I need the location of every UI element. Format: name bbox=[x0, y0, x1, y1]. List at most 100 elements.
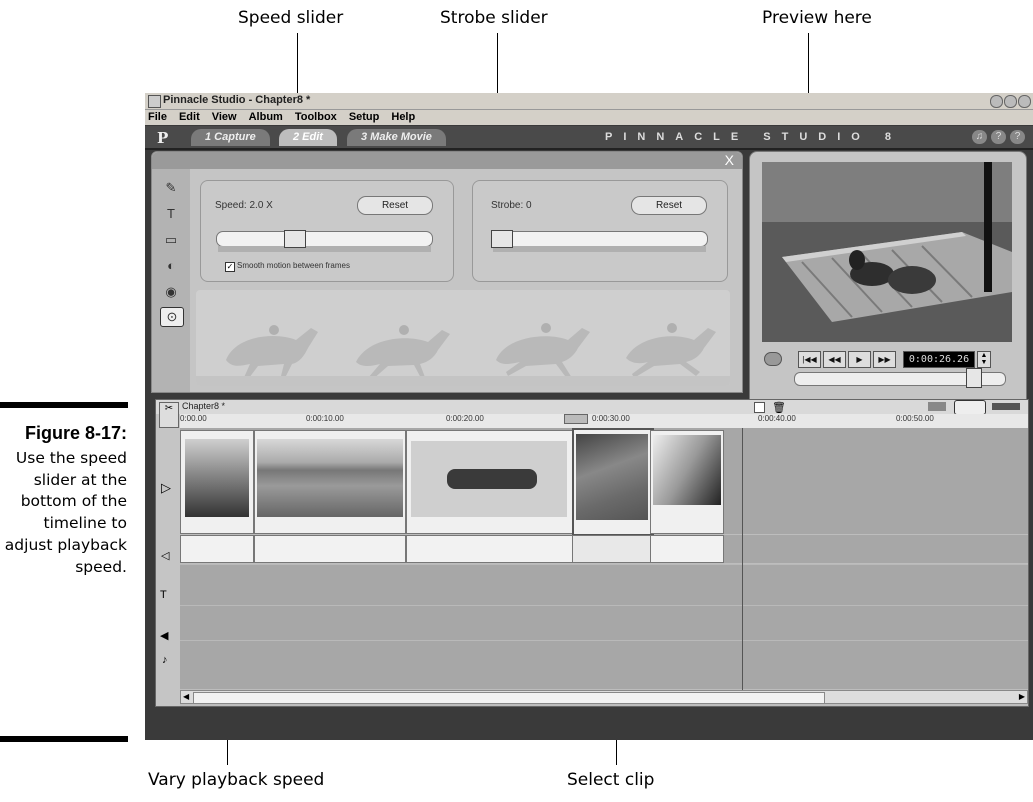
text-view-icon[interactable] bbox=[992, 403, 1020, 410]
callout-speed-slider: Speed slider bbox=[238, 8, 344, 28]
track-headers: ✂ ▷ ◁ T ◀ ♪ bbox=[156, 402, 180, 706]
video-clip-bridge[interactable] bbox=[180, 430, 254, 534]
close-icon[interactable] bbox=[1018, 95, 1031, 108]
toolbox-close-button[interactable]: X bbox=[725, 152, 734, 168]
tab-capture[interactable]: 1 Capture bbox=[191, 129, 270, 146]
video-track bbox=[180, 428, 1028, 536]
storyboard-view-icon[interactable] bbox=[928, 402, 946, 411]
strobe-slider-track[interactable] bbox=[491, 231, 708, 247]
clip-properties-icon[interactable]: ✎ bbox=[160, 179, 182, 197]
audio-clip[interactable] bbox=[406, 535, 574, 563]
menu-view[interactable]: View bbox=[212, 110, 237, 125]
figure-caption: Use the speed slider at the bottom of th… bbox=[4, 449, 127, 576]
speed-label: Speed: 2.0 X bbox=[215, 200, 273, 211]
playhead-marker[interactable] bbox=[564, 414, 588, 424]
sound-effects-track[interactable] bbox=[180, 605, 1028, 640]
app-icon bbox=[148, 95, 161, 108]
effects-icon[interactable]: ◉ bbox=[160, 283, 182, 301]
project-name: Chapter8 * bbox=[182, 401, 226, 411]
brand-wordmark: PINNACLE STUDIO 8 bbox=[605, 131, 903, 143]
trash-icon[interactable]: 🗑 bbox=[772, 401, 786, 414]
timeline-view-icon[interactable] bbox=[954, 400, 986, 415]
help-icon[interactable]: ? bbox=[991, 130, 1006, 144]
play-button[interactable]: ▶ bbox=[848, 351, 871, 368]
menu-file[interactable]: File bbox=[148, 110, 167, 125]
strobe-label: Strobe: 0 bbox=[491, 200, 532, 211]
timeline-scrollbar[interactable]: ◀ ▶ bbox=[180, 690, 1028, 704]
audio-video-icon[interactable]: ◐ bbox=[160, 257, 182, 275]
question-icon[interactable]: ? bbox=[1010, 130, 1025, 144]
ruler-tick: 0:00:20.00 bbox=[446, 414, 484, 423]
callout-vary-speed: Vary playback speed bbox=[148, 770, 325, 790]
preview-player: |◀◀ ◀◀ ▶ ▶▶ 0:00:26.26 ▲ ▼ bbox=[749, 151, 1027, 407]
still-image-icon[interactable]: ▭ bbox=[160, 231, 182, 249]
toolbox-header: X bbox=[152, 152, 742, 169]
ruler-tick: 0:00:50.00 bbox=[896, 414, 934, 423]
audio-clip[interactable] bbox=[254, 535, 406, 563]
toolbox-sidebar: ✎ T ▭ ◐ ◉ ⊙ bbox=[152, 169, 190, 392]
speed-panel: Speed: 2.0 X Reset ✓ Smooth motion betwe… bbox=[200, 180, 454, 282]
scroll-right-icon[interactable]: ▶ bbox=[1019, 692, 1025, 701]
checkbox-icon[interactable] bbox=[754, 402, 765, 413]
audio-track-icon: ◁ bbox=[161, 550, 170, 562]
menu-album[interactable]: Album bbox=[249, 110, 283, 125]
strobe-slider-thumb[interactable] bbox=[491, 230, 513, 248]
figure-rule-bottom bbox=[0, 736, 128, 742]
menu-setup[interactable]: Setup bbox=[349, 110, 380, 125]
music-track[interactable] bbox=[180, 640, 1028, 689]
timecode-display[interactable]: 0:00:26.26 bbox=[903, 351, 975, 368]
window-title: Pinnacle Studio - Chapter8 * bbox=[163, 94, 311, 106]
video-clip-beach[interactable] bbox=[254, 430, 406, 534]
menu-bar: File Edit View Album Toolbox Setup Help bbox=[145, 110, 1033, 125]
window-controls bbox=[990, 95, 1031, 108]
speed-slider-thumb[interactable] bbox=[283, 230, 306, 248]
menu-edit[interactable]: Edit bbox=[179, 110, 200, 125]
speed-illustration bbox=[196, 290, 730, 386]
video-clip-sea-lions[interactable] bbox=[572, 428, 654, 536]
playhead-line bbox=[742, 428, 743, 690]
minimize-icon[interactable] bbox=[990, 95, 1003, 108]
timecode-spinner[interactable]: ▲ ▼ bbox=[977, 351, 991, 368]
fast-forward-button[interactable]: ▶▶ bbox=[873, 351, 896, 368]
tab-edit[interactable]: 2 Edit bbox=[279, 129, 337, 146]
video-toolbox: X ✎ T ▭ ◐ ◉ ⊙ Speed: 2.0 X Reset ✓ Smoot… bbox=[151, 151, 743, 393]
sea-lion-preview-image bbox=[762, 162, 1012, 342]
title-overlay-icon[interactable]: T bbox=[160, 205, 182, 223]
video-clip-title-card[interactable] bbox=[406, 430, 574, 534]
go-to-start-button[interactable]: |◀◀ bbox=[798, 351, 821, 368]
rewind-button[interactable]: ◀◀ bbox=[823, 351, 846, 368]
callout-strobe-slider: Strobe slider bbox=[440, 8, 548, 28]
sound-effects-track-icon: ◀ bbox=[160, 630, 169, 642]
smooth-motion-label: Smooth motion between frames bbox=[237, 261, 350, 270]
title-track[interactable] bbox=[180, 564, 1028, 605]
scroll-left-icon[interactable]: ◀ bbox=[183, 692, 189, 701]
timeline: Chapter8 * 🗑 ✂ ▷ ◁ T ◀ ♪ 0:00.00 0:00:10… bbox=[155, 399, 1029, 707]
audio-clip[interactable] bbox=[650, 535, 724, 563]
tab-make-movie[interactable]: 3 Make Movie bbox=[347, 129, 446, 146]
music-icon[interactable]: ♫ bbox=[972, 130, 987, 144]
scrubber-thumb[interactable] bbox=[966, 368, 983, 388]
video-track-icon: ▷ bbox=[161, 480, 171, 495]
pinnacle-logo: P bbox=[157, 129, 169, 147]
galloping-horse-graphic bbox=[196, 323, 730, 386]
speed-tool-icon[interactable]: ⊙ bbox=[160, 307, 184, 327]
speed-reset-button[interactable]: Reset bbox=[357, 196, 433, 215]
audio-clip[interactable] bbox=[180, 535, 254, 563]
time-ruler[interactable]: 0:00.00 0:00:10.00 0:00:20.00 0:00:30.00… bbox=[180, 414, 1028, 429]
strobe-reset-button[interactable]: Reset bbox=[631, 196, 707, 215]
timeline-tool-icon[interactable]: ✂ bbox=[159, 402, 179, 428]
mode-tab-bar: P 1 Capture 2 Edit 3 Make Movie PINNACLE… bbox=[145, 126, 1033, 150]
maximize-icon[interactable] bbox=[1004, 95, 1017, 108]
video-clip-people[interactable] bbox=[650, 430, 724, 534]
disc-icon[interactable] bbox=[764, 352, 782, 366]
audio-clip[interactable] bbox=[572, 535, 652, 563]
figure-rule-top bbox=[0, 402, 128, 408]
ruler-tick: 0:00:40.00 bbox=[758, 414, 796, 423]
app-window: Pinnacle Studio - Chapter8 * File Edit V… bbox=[145, 93, 1033, 740]
smooth-motion-checkbox[interactable]: ✓ bbox=[225, 262, 235, 272]
menu-toolbox[interactable]: Toolbox bbox=[295, 110, 337, 125]
timeline-scroll-thumb[interactable] bbox=[193, 692, 825, 704]
speed-slider-track[interactable] bbox=[216, 231, 433, 247]
menu-help[interactable]: Help bbox=[391, 110, 415, 125]
preview-screen bbox=[762, 162, 1012, 342]
